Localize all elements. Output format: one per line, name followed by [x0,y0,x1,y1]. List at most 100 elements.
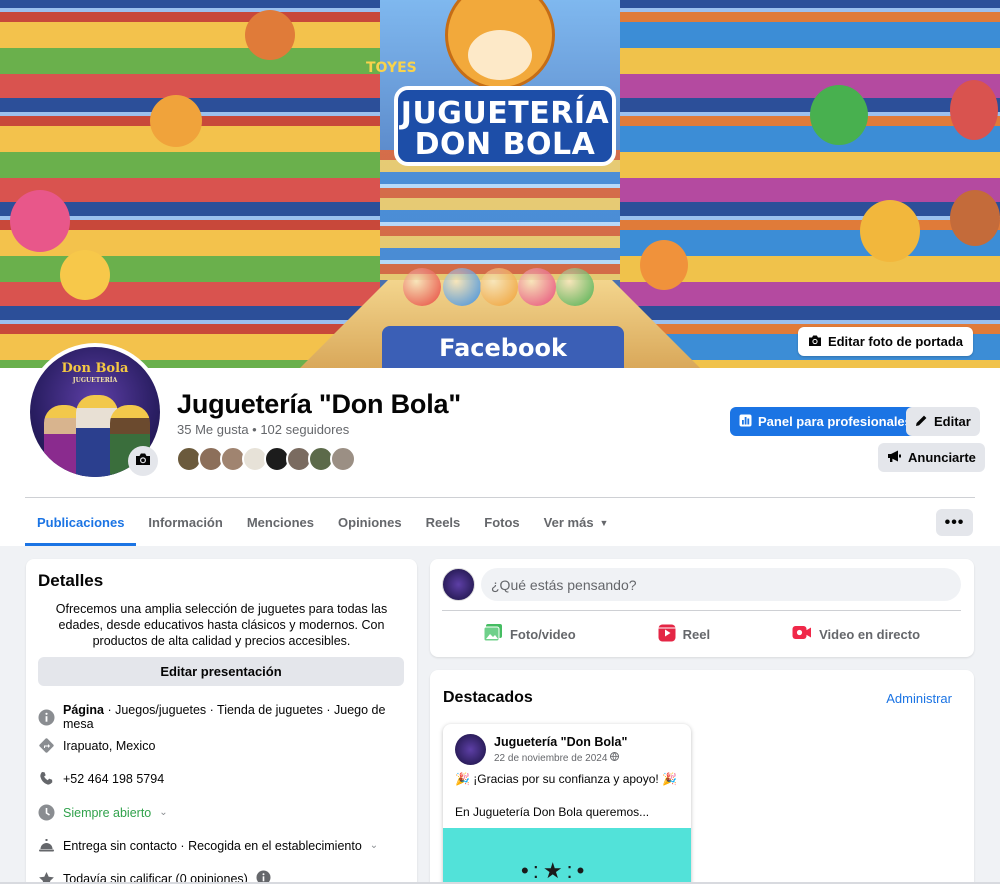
info-row-phone[interactable]: +52 464 198 5794 [38,770,405,787]
avatar[interactable] [455,734,486,765]
cover-logo-line2: DON BOLA [414,127,596,162]
tab-ver-mas[interactable]: Ver más ▼ [532,499,621,546]
megaphone-icon [887,450,902,466]
follower-avatars[interactable] [176,446,356,472]
composer-divider [442,610,961,611]
cover-ball [403,268,441,306]
cover-store-sign: TOYES [366,60,417,76]
cover-mascot-face [468,30,532,80]
professional-dashboard-button[interactable]: Panel para profesionales [730,407,921,436]
cover-toy-lion-small [640,240,688,290]
edit-button[interactable]: Editar [906,407,980,436]
details-card: Detalles Ofrecemos una amplia selección … [26,559,417,884]
edit-cover-photo-label: Editar foto de portada [827,334,963,349]
tab-reels[interactable]: Reels [414,499,473,546]
pencil-icon [915,414,928,430]
details-bio: Ofrecemos una amplia selección de juguet… [55,602,388,648]
service-bell-icon [38,837,55,854]
edit-intro-button[interactable]: Editar presentación [38,657,404,686]
cover-toy-dino [810,85,868,145]
live-video-button[interactable]: Video en directo [792,625,920,643]
featured-title: Destacados [443,689,533,706]
page-stats[interactable]: 35 Me gusta • 102 seguidores [177,422,349,437]
cover-ball [556,268,594,306]
party-popper-icon: 🎉 [455,772,470,786]
tab-fotos[interactable]: Fotos [472,499,531,546]
phone-text: +52 464 198 5794 [63,771,165,786]
post-date[interactable]: 22 de noviembre de 2024 [494,752,620,764]
manage-featured-link[interactable]: Administrar [886,691,952,706]
page-type-label: Página [63,703,104,717]
cover-facebook-sign: Facebook [382,326,624,368]
cover-toy-bear [150,95,202,147]
clock-icon [38,804,55,821]
location-text: Irapuato, Mexico [63,738,156,753]
reel-label: Reel [682,626,711,642]
dashboard-icon [739,414,752,430]
cover-toy-yellow-bear [860,200,920,262]
header-divider [25,497,975,498]
edit-cover-photo-button[interactable]: Editar foto de portada [797,327,973,356]
directions-icon [38,737,55,754]
featured-post[interactable]: Juguetería "Don Bola" 22 de noviembre de… [443,724,691,884]
photo-video-label: Foto/video [509,626,576,642]
post-text-line: 🎉 ¡Gracias por su confianza y apoyo! 🎉 [455,772,678,786]
caret-down-icon: ▼ [599,517,609,528]
featured-card: Destacados Administrar Juguetería "Don B… [430,670,974,884]
post-text-preview: En Juguetería Don Bola queremos... [455,805,650,819]
cover-shelf-left [0,0,380,368]
update-profile-picture-button[interactable] [128,446,158,476]
page-title: Juguetería "Don Bola" [177,389,461,419]
avatar-logo-subtitle: JUGUETERÍA [72,377,118,384]
reel-icon [658,624,676,645]
photo-video-button[interactable]: Foto/video [483,623,576,645]
tab-publicaciones[interactable]: Publicaciones [25,499,137,546]
page-tabs: Publicaciones Información Menciones Opin… [25,499,620,546]
post-author[interactable]: Juguetería "Don Bola" [494,735,627,749]
edit-label: Editar [934,414,971,429]
avatar[interactable] [442,568,475,601]
composer-placeholder: ¿Qué estás pensando? [491,576,637,593]
details-title: Detalles [38,571,104,590]
cover-toy-brown-bear [950,190,1000,246]
cover-toy-pink-bear [10,190,70,252]
reel-button[interactable]: Reel [658,624,710,645]
page-categories: · Juegos/juguetes · Tienda de juguetes ·… [63,703,386,731]
advertise-button[interactable]: Anunciarte [878,443,985,472]
tab-menciones[interactable]: Menciones [235,499,326,546]
info-row-location[interactable]: Irapuato, Mexico [38,737,405,754]
cover-center-shelf [380,150,620,280]
chevron-down-icon: ⌄ [159,807,168,818]
tab-opiniones[interactable]: Opiniones [326,499,414,546]
info-row-category: Página · Juegos/juguetes · Tienda de jug… [38,703,405,731]
more-options-button[interactable]: ••• [936,509,973,536]
advertise-label: Anunciarte [908,450,976,465]
info-row-hours[interactable]: Siempre abierto ⌄ [38,804,405,821]
cover-shelf-right [620,0,1000,368]
cover-logo: JUGUETERÍA DON BOLA [394,86,616,166]
globe-icon [610,752,620,764]
info-icon [38,709,55,726]
avatar-logo: Don Bola JUGUETERÍA [30,361,160,387]
photo-icon [483,623,503,645]
live-video-icon [792,625,812,643]
composer-actions: Foto/video Reel Video en directo [442,618,961,650]
post-image[interactable]: •:★:• [443,828,691,884]
info-row-services[interactable]: Entrega sin contacto · Recogida en el es… [38,837,405,854]
cover-ball [518,268,556,306]
tab-ver-mas-label: Ver más [543,515,594,530]
cover-photo[interactable]: TOYES JUGUETERÍA DON BOLA Facebook Edita… [0,0,1000,368]
follower-avatar[interactable] [330,446,356,472]
cover-toy-red [950,80,998,140]
tab-informacion[interactable]: Información [136,499,234,546]
avatar-logo-title: Don Bola [61,361,129,376]
chevron-down-icon: ⌄ [369,840,379,851]
camera-icon [135,452,151,471]
crown-decoration: •:★:• [521,858,589,883]
professional-dashboard-label: Panel para profesionales [758,414,912,429]
services-text: Entrega sin contacto · Recogida en el es… [63,838,362,853]
phone-icon [38,770,55,787]
cover-toy-lion [245,10,295,60]
whats-on-your-mind-input[interactable]: ¿Qué estás pensando? [481,568,961,601]
cover-logo-line1: JUGUETERÍA [400,96,610,131]
